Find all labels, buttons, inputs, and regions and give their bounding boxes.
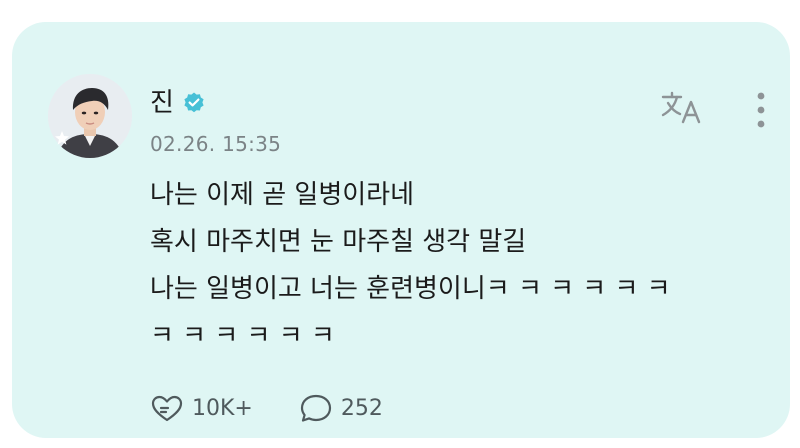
author-row: 진 — [150, 86, 206, 120]
comment-count: 252 — [340, 395, 383, 421]
post-line: 나는 이제 곧 일병이라네 — [150, 180, 414, 210]
action-bar: 10K+ 252 — [148, 390, 383, 426]
post-card: 진 02.26. 15:35 나는 이제 곧 일병이라네 혹시 마주치면 눈 마… — [12, 22, 790, 438]
timestamp: 02.26. 15:35 — [150, 132, 282, 156]
post-body: 나는 이제 곧 일병이라네 혹시 마주치면 눈 마주칠 생각 말길 나는 일병이… — [150, 172, 750, 360]
verified-badge-icon — [184, 92, 204, 113]
author-name[interactable]: 진 — [150, 90, 174, 116]
translate-icon[interactable] — [660, 88, 704, 128]
post-line: 혹시 마주치면 눈 마주칠 생각 말길 — [150, 227, 527, 257]
like-button[interactable]: 10K+ — [148, 392, 253, 424]
star-icon — [55, 131, 69, 145]
comment-bubble-icon — [300, 394, 331, 422]
post-line: 나는 일병이고 너는 훈련병이니ㅋ ㅋ ㅋ ㅋ ㅋ ㅋ — [150, 274, 671, 304]
post-line: ㅋ ㅋ ㅋ ㅋ ㅋ ㅋ — [150, 321, 335, 351]
heart-like-icon — [151, 395, 183, 422]
comment-button[interactable]: 252 — [297, 392, 383, 424]
like-count: 10K+ — [192, 395, 253, 421]
more-vertical-icon[interactable] — [750, 88, 772, 132]
